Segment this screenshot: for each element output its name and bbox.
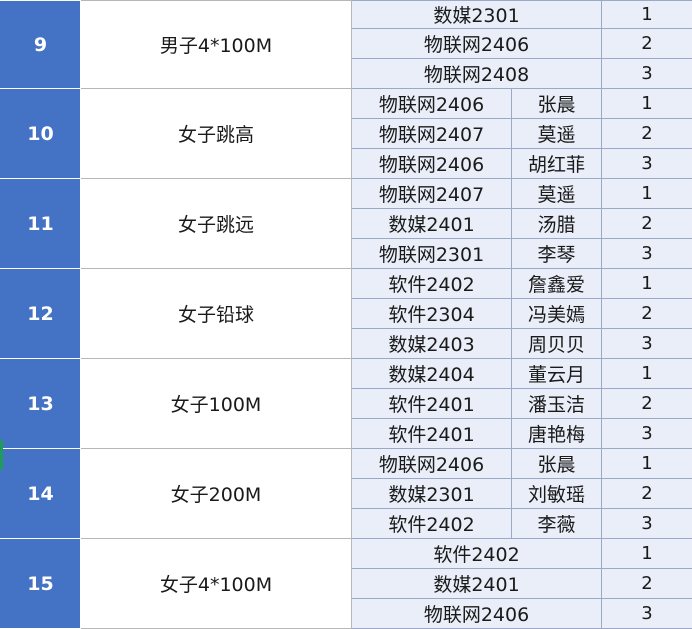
athlete-name-cell[interactable]: 李琴	[512, 239, 602, 269]
rank-cell[interactable]: 1	[602, 179, 692, 209]
results-table-body: 9男子4*100M数媒23011物联网24062物联网2408310女子跳高物联…	[1, 1, 692, 629]
results-table: 9男子4*100M数媒23011物联网24062物联网2408310女子跳高物联…	[0, 0, 692, 629]
class-cell[interactable]: 物联网2406	[352, 449, 512, 479]
class-cell[interactable]: 软件2401	[352, 419, 512, 449]
event-number-cell[interactable]: 15	[1, 539, 81, 629]
athlete-name-cell[interactable]: 胡红菲	[512, 149, 602, 179]
selection-edge-marker	[0, 440, 3, 470]
athlete-name-cell[interactable]: 潘玉洁	[512, 389, 602, 419]
team-cell[interactable]: 物联网2406	[352, 29, 602, 59]
class-cell[interactable]: 数媒2401	[352, 209, 512, 239]
event-name-cell[interactable]: 女子跳远	[81, 179, 352, 269]
athlete-name-cell[interactable]: 莫遥	[512, 119, 602, 149]
team-cell[interactable]: 软件2402	[352, 539, 602, 569]
rank-cell[interactable]: 2	[602, 389, 692, 419]
event-name-cell[interactable]: 女子100M	[81, 359, 352, 449]
class-cell[interactable]: 物联网2406	[352, 149, 512, 179]
event-number-cell[interactable]: 14	[1, 449, 81, 539]
event-number-cell[interactable]: 11	[1, 179, 81, 269]
rank-cell[interactable]: 1	[602, 269, 692, 299]
rank-cell[interactable]: 1	[602, 89, 692, 119]
rank-cell[interactable]: 2	[602, 209, 692, 239]
athlete-name-cell[interactable]: 唐艳梅	[512, 419, 602, 449]
team-cell[interactable]: 物联网2408	[352, 59, 602, 89]
team-cell[interactable]: 数媒2301	[352, 1, 602, 29]
team-cell[interactable]: 物联网2406	[352, 599, 602, 629]
class-cell[interactable]: 物联网2407	[352, 179, 512, 209]
table-row: 10女子跳高物联网2406张晨1	[1, 89, 692, 119]
class-cell[interactable]: 物联网2301	[352, 239, 512, 269]
athlete-name-cell[interactable]: 莫遥	[512, 179, 602, 209]
rank-cell[interactable]: 2	[602, 569, 692, 599]
class-cell[interactable]: 物联网2407	[352, 119, 512, 149]
rank-cell[interactable]: 3	[602, 149, 692, 179]
class-cell[interactable]: 软件2304	[352, 299, 512, 329]
rank-cell[interactable]: 1	[602, 1, 692, 29]
rank-cell[interactable]: 2	[602, 119, 692, 149]
athlete-name-cell[interactable]: 张晨	[512, 449, 602, 479]
rank-cell[interactable]: 3	[602, 509, 692, 539]
table-row: 14女子200M物联网2406张晨1	[1, 449, 692, 479]
rank-cell[interactable]: 2	[602, 29, 692, 59]
event-number-cell[interactable]: 12	[1, 269, 81, 359]
rank-cell[interactable]: 3	[602, 599, 692, 629]
athlete-name-cell[interactable]: 冯美嫣	[512, 299, 602, 329]
athlete-name-cell[interactable]: 汤腊	[512, 209, 602, 239]
athlete-name-cell[interactable]: 詹鑫爱	[512, 269, 602, 299]
event-number-cell[interactable]: 9	[1, 1, 81, 89]
class-cell[interactable]: 软件2402	[352, 509, 512, 539]
athlete-name-cell[interactable]: 周贝贝	[512, 329, 602, 359]
class-cell[interactable]: 数媒2301	[352, 479, 512, 509]
rank-cell[interactable]: 3	[602, 239, 692, 269]
event-number-cell[interactable]: 13	[1, 359, 81, 449]
team-cell[interactable]: 数媒2401	[352, 569, 602, 599]
athlete-name-cell[interactable]: 李薇	[512, 509, 602, 539]
rank-cell[interactable]: 1	[602, 539, 692, 569]
table-row: 15女子4*100M软件24021	[1, 539, 692, 569]
class-cell[interactable]: 物联网2406	[352, 89, 512, 119]
rank-cell[interactable]: 3	[602, 419, 692, 449]
rank-cell[interactable]: 3	[602, 329, 692, 359]
class-cell[interactable]: 数媒2403	[352, 329, 512, 359]
athlete-name-cell[interactable]: 张晨	[512, 89, 602, 119]
class-cell[interactable]: 数媒2404	[352, 359, 512, 389]
class-cell[interactable]: 软件2402	[352, 269, 512, 299]
event-name-cell[interactable]: 女子4*100M	[81, 539, 352, 629]
rank-cell[interactable]: 1	[602, 449, 692, 479]
rank-cell[interactable]: 3	[602, 59, 692, 89]
event-number-cell[interactable]: 10	[1, 89, 81, 179]
event-name-cell[interactable]: 女子200M	[81, 449, 352, 539]
class-cell[interactable]: 软件2401	[352, 389, 512, 419]
rank-cell[interactable]: 2	[602, 479, 692, 509]
event-name-cell[interactable]: 女子跳高	[81, 89, 352, 179]
table-row: 11女子跳远物联网2407莫遥1	[1, 179, 692, 209]
table-row: 13女子100M数媒2404董云月1	[1, 359, 692, 389]
rank-cell[interactable]: 1	[602, 359, 692, 389]
athlete-name-cell[interactable]: 刘敏瑶	[512, 479, 602, 509]
table-row: 12女子铅球软件2402詹鑫爱1	[1, 269, 692, 299]
event-name-cell[interactable]: 男子4*100M	[81, 1, 352, 89]
athlete-name-cell[interactable]: 董云月	[512, 359, 602, 389]
event-name-cell[interactable]: 女子铅球	[81, 269, 352, 359]
table-row: 9男子4*100M数媒23011	[1, 1, 692, 29]
rank-cell[interactable]: 2	[602, 299, 692, 329]
